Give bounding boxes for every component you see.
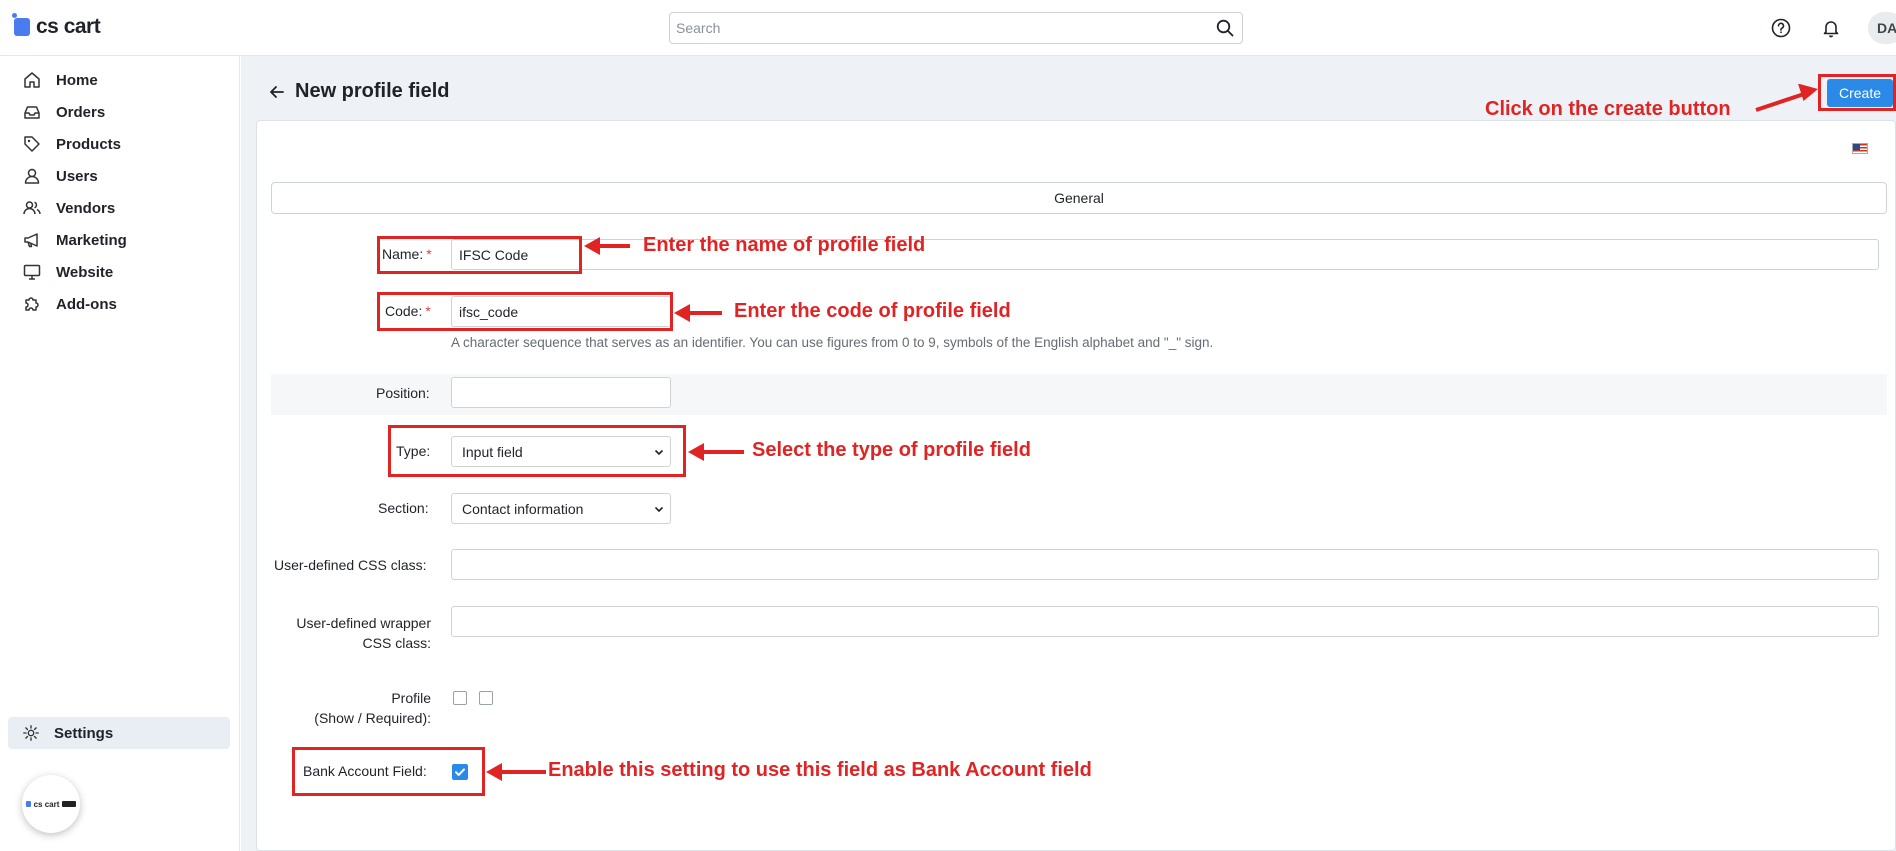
cs-cart-logo[interactable]: cs cart [12,13,101,39]
annotation-box-type [388,425,686,477]
sidebar-item-website[interactable]: Website [8,256,230,288]
wrapper-css-input[interactable] [451,606,1879,637]
profile-label-line2: (Show / Required): [314,710,431,726]
sidebar-item-addons[interactable]: Add-ons [8,288,230,320]
wrapper-css-label-line1: User-defined wrapper [296,615,431,631]
position-label: Position: [376,385,430,401]
sidebar-item-home[interactable]: Home [8,64,230,96]
sidebar-item-label: Add-ons [56,295,117,313]
logo-mark-icon [12,13,30,36]
sidebar-item-users[interactable]: Users [8,160,230,192]
annotation-create: Click on the create button [1485,98,1731,120]
sidebar-item-products[interactable]: Products [8,128,230,160]
annotation-box-bank [292,747,485,796]
sidebar-item-label: Products [56,135,122,153]
gear-icon [23,725,39,741]
profile-required-checkbox[interactable] [479,691,493,705]
annotation-box-code [377,292,673,331]
chevron-down-icon [654,506,664,512]
position-input[interactable] [451,377,671,408]
sidebar-item-vendors[interactable]: Vendors [8,192,230,224]
sidebar: Home Orders Products Users Vendors Marke… [0,56,240,851]
sidebar-item-label: Orders [56,103,106,121]
search-icon[interactable] [1208,13,1242,43]
annotation-box-create [1818,74,1896,111]
annotation-arrow-icon [1755,84,1818,112]
inbox-icon [24,106,40,119]
page-title: New profile field [295,80,450,102]
sidebar-item-settings[interactable]: Settings [8,717,230,749]
home-icon [24,72,40,88]
sidebar-item-orders[interactable]: Orders [8,96,230,128]
tab-general[interactable]: General [271,182,1887,214]
annotation-arrow-icon [486,763,546,781]
sidebar-item-label: Vendors [56,199,116,217]
form-card [256,120,1896,851]
profile-label: Profile (Show / Required): [300,688,431,728]
puzzle-icon [25,297,39,311]
wrapper-css-label: User-defined wrapper CSS class: [281,613,431,653]
wrapper-css-label-line2: CSS class: [362,635,431,651]
sidebar-item-label: Website [56,263,114,281]
annotation-code: Enter the code of profile field [734,300,1011,322]
section-select-value: Contact information [462,500,584,517]
css-class-label: User-defined CSS class: [274,557,427,573]
logo-text: cs cart [36,15,101,38]
bubble-logo-icon [25,801,31,807]
profile-label-line1: Profile [391,690,431,706]
annotation-type: Select the type of profile field [752,439,1031,461]
avatar[interactable]: DA [1868,12,1896,44]
annotation-bank: Enable this setting to use this field as… [548,759,1092,781]
annotation-arrow-icon [688,443,744,461]
top-bar: cs cart DA [0,0,1896,56]
back-arrow-icon[interactable] [267,82,287,102]
tag-icon [24,136,40,152]
profile-show-checkbox[interactable] [453,691,467,705]
annotation-name: Enter the name of profile field [643,234,926,256]
annotation-arrow-icon [584,237,630,255]
megaphone-icon [24,233,38,248]
sidebar-item-label: Home [56,71,98,89]
section-label: Section: [378,500,429,516]
section-select[interactable]: Contact information [451,493,671,524]
users-icon [23,201,41,215]
sidebar-item-label: Marketing [56,231,127,249]
annotation-arrow-icon [674,304,722,322]
monitor-icon [23,264,41,280]
help-chat-bubble[interactable]: cs cart [22,775,80,833]
sidebar-item-label: Settings [54,724,114,742]
sidebar-item-marketing[interactable]: Marketing [8,224,230,256]
bell-icon[interactable] [1817,14,1845,42]
help-icon[interactable] [1767,14,1795,42]
annotation-box-name [377,236,582,274]
bubble-badge-icon [62,801,77,807]
user-icon [24,168,40,184]
us-flag-icon[interactable] [1852,143,1868,154]
sidebar-item-label: Users [56,167,98,185]
code-hint: A character sequence that serves as an i… [451,335,1214,350]
css-class-input[interactable] [451,549,1879,580]
search-box [669,12,1243,44]
bubble-logo-text: cs cart [33,799,60,809]
search-input[interactable] [670,13,1208,43]
